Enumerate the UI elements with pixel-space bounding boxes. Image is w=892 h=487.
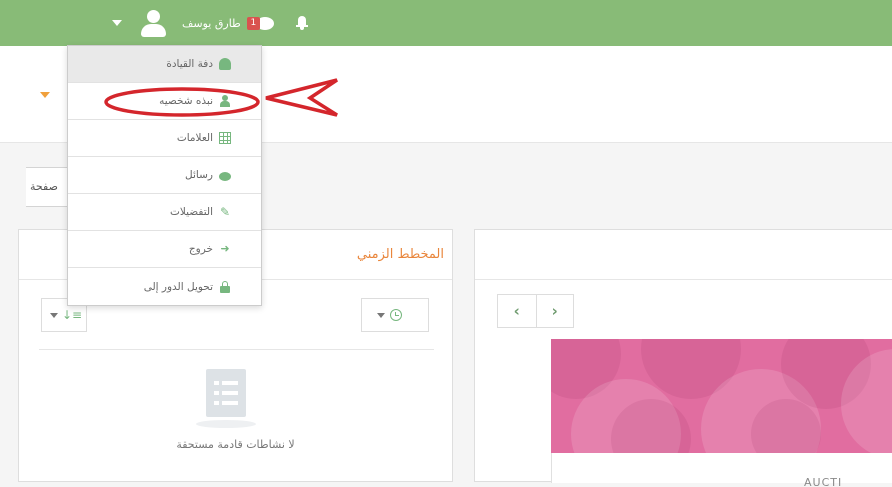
- username-label[interactable]: طارق يوسف: [182, 17, 241, 30]
- empty-list-icon: [206, 369, 246, 417]
- previous-arrow-icon[interactable]: ‹: [498, 295, 536, 327]
- header-dropdown-caret-icon[interactable]: [40, 92, 50, 98]
- menu-item-grades[interactable]: العلامات: [68, 120, 261, 157]
- timeline-divider: [39, 349, 434, 350]
- clock-icon: [390, 309, 402, 321]
- dashboard-icon: [219, 58, 231, 70]
- user-menu-caret-icon[interactable]: [112, 20, 122, 26]
- recent-courses-card: ‹ ›: [474, 229, 892, 483]
- navbar-user-area: طارق يوسف 1: [112, 8, 308, 38]
- menu-item-messages[interactable]: رسائل: [68, 157, 261, 194]
- message-count-badge: 1: [246, 16, 260, 30]
- menu-item-profile[interactable]: نبذه شخصيه: [68, 83, 261, 120]
- menu-item-label: التفضيلات: [169, 206, 213, 218]
- top-navbar: طارق يوسف 1: [0, 0, 892, 46]
- user-icon: [219, 95, 231, 107]
- menu-item-logout[interactable]: خروج ➜: [68, 231, 261, 268]
- menu-item-label: نبذه شخصيه: [159, 95, 213, 107]
- user-dropdown-menu: دفة القيادة نبذه شخصيه العلامات رسائل ال…: [67, 45, 262, 306]
- menu-item-label: تحويل الدور إلى: [143, 280, 213, 293]
- user-avatar[interactable]: [138, 8, 168, 38]
- menu-item-label: رسائل: [185, 169, 213, 181]
- pointer-arrow-icon: [265, 78, 338, 117]
- course-image[interactable]: [551, 339, 892, 453]
- menu-item-label: العلامات: [176, 132, 213, 144]
- chat-bubble-icon: [219, 171, 231, 181]
- menu-item-preferences[interactable]: التفضيلات ✎: [68, 194, 261, 231]
- sign-out-icon: ➜: [220, 242, 230, 255]
- timeline-empty-message: لا نشاطات قادمة مستحقة: [176, 438, 295, 451]
- chevron-down-icon: [50, 313, 58, 318]
- lock-icon: [219, 280, 231, 293]
- menu-item-label: دفة القيادة: [166, 58, 213, 70]
- grades-table-icon: [219, 132, 231, 144]
- next-arrow-icon[interactable]: ›: [535, 295, 574, 327]
- empty-icon-shadow: [196, 420, 256, 428]
- menu-item-label: خروج: [188, 243, 213, 255]
- course-carousel-nav: ‹ ›: [497, 294, 574, 328]
- time-filter-dropdown-button[interactable]: [361, 298, 429, 332]
- course-name-label[interactable]: AUCTI: [804, 476, 842, 487]
- app-root: طارق يوسف 1 صفحة المخطط الزمني ↓≡ لا نشا…: [0, 0, 892, 487]
- chevron-down-icon: [377, 313, 385, 318]
- timeline-title: المخطط الزمني: [356, 247, 444, 262]
- card-divider: [475, 279, 892, 280]
- customise-page-button[interactable]: صفحة: [26, 167, 72, 207]
- wrench-icon: ✎: [219, 205, 231, 219]
- menu-item-switch-role[interactable]: تحويل الدور إلى: [68, 268, 261, 305]
- menu-item-dashboard[interactable]: دفة القيادة: [68, 46, 261, 83]
- notifications-bell-icon[interactable]: [295, 16, 308, 30]
- sort-icon: ↓≡: [62, 308, 83, 322]
